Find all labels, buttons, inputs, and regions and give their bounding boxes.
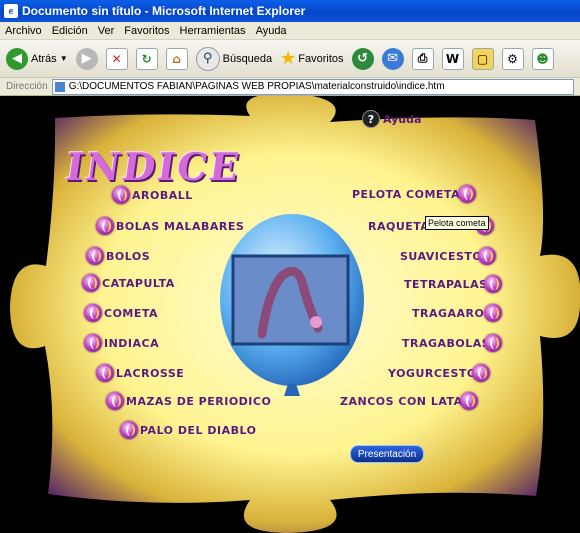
messenger-icon: ☻	[531, 47, 554, 70]
page-title: INDICE	[62, 144, 244, 189]
stop-icon: ✕	[105, 47, 128, 70]
link-mazas-de-periodico[interactable]: MAZAS DE PERIODICO	[126, 395, 271, 408]
messenger-button[interactable]: ☻	[531, 47, 554, 70]
menu-edicion[interactable]: Edición	[47, 25, 93, 37]
menu-archivo[interactable]: Archivo	[0, 25, 47, 37]
bullet-icon[interactable]	[82, 274, 100, 292]
link-zancos-con-latas[interactable]: ZANCOS CON LATAS	[340, 395, 471, 408]
link-tragabolas[interactable]: TRAGABOLAS	[402, 337, 490, 350]
forward-arrow-icon: ▶	[75, 47, 98, 70]
bullet-icon[interactable]	[106, 392, 124, 410]
link-catapulta[interactable]: CATAPULTA	[102, 277, 175, 290]
history-button[interactable]: ↺	[351, 47, 374, 70]
bullet-icon[interactable]	[472, 364, 490, 382]
page-icon	[54, 81, 65, 92]
address-label: Dirección	[6, 81, 48, 92]
link-cometa[interactable]: COMETA	[104, 307, 158, 320]
search-icon: ⚲	[195, 46, 220, 71]
favorites-label: Favoritos	[298, 52, 344, 65]
page-content: INDICE ? Ayuda AROBALL BOLAS MALABARES B…	[0, 96, 580, 533]
link-bolos[interactable]: BOLOS	[106, 250, 150, 263]
bullet-icon[interactable]	[96, 364, 114, 382]
link-raqueta[interactable]: RAQUETA	[368, 220, 429, 233]
link-tragaaros[interactable]: TRAGAAROS	[412, 307, 493, 320]
folder-button[interactable]: ▢	[471, 47, 494, 70]
window-title: Documento sin título - Microsoft Interne…	[22, 4, 306, 18]
bullet-icon[interactable]	[120, 421, 138, 439]
back-arrow-icon: ◀	[6, 47, 28, 70]
link-pelota-cometa[interactable]: PELOTA COMETA	[352, 188, 460, 201]
link-bolas-malabares[interactable]: BOLAS MALABARES	[116, 220, 244, 233]
history-icon: ↺	[351, 47, 374, 70]
link-aroball[interactable]: AROBALL	[132, 189, 193, 202]
bullet-icon[interactable]	[460, 392, 478, 410]
menu-ayuda[interactable]: Ayuda	[251, 25, 292, 37]
menu-ver[interactable]: Ver	[93, 25, 120, 37]
link-lacrosse[interactable]: LACROSSE	[116, 367, 184, 380]
mail-button[interactable]: ✉	[381, 47, 404, 70]
back-label: Atrás	[31, 52, 57, 65]
tooltip: Pelota cometa	[425, 216, 489, 230]
print-icon: ⎙	[411, 47, 434, 70]
mail-icon: ✉	[381, 47, 404, 70]
folder-icon: ▢	[471, 47, 494, 70]
window-titlebar[interactable]: e Documento sin título - Microsoft Inter…	[0, 0, 580, 22]
print-button[interactable]: ⎙	[411, 47, 434, 70]
bullet-icon[interactable]	[484, 275, 502, 293]
menu-herramientas[interactable]: Herramientas	[175, 25, 251, 37]
edit-button[interactable]: W	[441, 47, 464, 70]
toolbar: ◀ Atrás ▼ ▶ ✕ ↻ ⌂ ⚲ Búsqueda ★ Favoritos…	[0, 40, 580, 78]
link-indiaca[interactable]: INDIACA	[104, 337, 159, 350]
link-palo-del-diablo[interactable]: PALO DEL DIABLO	[140, 424, 256, 437]
address-bar: Dirección G:\DOCUMENTOS FABIAN\PAGINAS W…	[0, 78, 580, 96]
refresh-button[interactable]: ↻	[135, 47, 158, 70]
address-value: G:\DOCUMENTOS FABIAN\PAGINAS WEB PROPIAS…	[68, 81, 445, 92]
menu-favoritos[interactable]: Favoritos	[119, 25, 174, 37]
star-icon: ★	[280, 48, 297, 68]
home-button[interactable]: ⌂	[165, 47, 188, 70]
bullet-icon[interactable]	[458, 185, 476, 203]
menubar: Archivo Edición Ver Favoritos Herramient…	[0, 22, 580, 40]
search-button[interactable]: ⚲ Búsqueda	[195, 46, 273, 71]
bullet-icon[interactable]	[84, 304, 102, 322]
chevron-down-icon: ▼	[59, 54, 68, 63]
bullet-icon[interactable]	[112, 186, 130, 204]
help-icon: ?	[362, 110, 380, 128]
bullet-icon[interactable]	[96, 217, 114, 235]
tools-button[interactable]: ⚙	[501, 47, 524, 70]
stop-button[interactable]: ✕	[105, 47, 128, 70]
link-suavicesto[interactable]: SUAVICESTO	[400, 250, 482, 263]
search-label: Búsqueda	[222, 52, 273, 65]
link-yogurcesto[interactable]: YOGURCESTO	[388, 367, 477, 380]
refresh-icon: ↻	[135, 47, 158, 70]
help-label: Ayuda	[383, 112, 422, 126]
bullet-icon[interactable]	[484, 304, 502, 322]
bullet-icon[interactable]	[484, 334, 502, 352]
presentation-button[interactable]: Presentación	[350, 445, 424, 463]
address-input[interactable]: G:\DOCUMENTOS FABIAN\PAGINAS WEB PROPIAS…	[51, 78, 574, 95]
help-link[interactable]: ? Ayuda	[362, 110, 421, 128]
bullet-icon[interactable]	[86, 247, 104, 265]
bullet-icon[interactable]	[84, 334, 102, 352]
link-tetrapalas[interactable]: TETRAPALAS	[404, 278, 488, 291]
edit-icon: W	[441, 47, 464, 70]
favorites-button[interactable]: ★ Favoritos	[280, 48, 343, 69]
forward-button[interactable]: ▶	[75, 47, 98, 70]
home-icon: ⌂	[165, 47, 188, 70]
back-button[interactable]: ◀ Atrás ▼	[6, 47, 68, 70]
bullet-icon[interactable]	[478, 247, 496, 265]
ie-logo-icon: e	[4, 4, 18, 18]
tools-icon: ⚙	[501, 47, 524, 70]
